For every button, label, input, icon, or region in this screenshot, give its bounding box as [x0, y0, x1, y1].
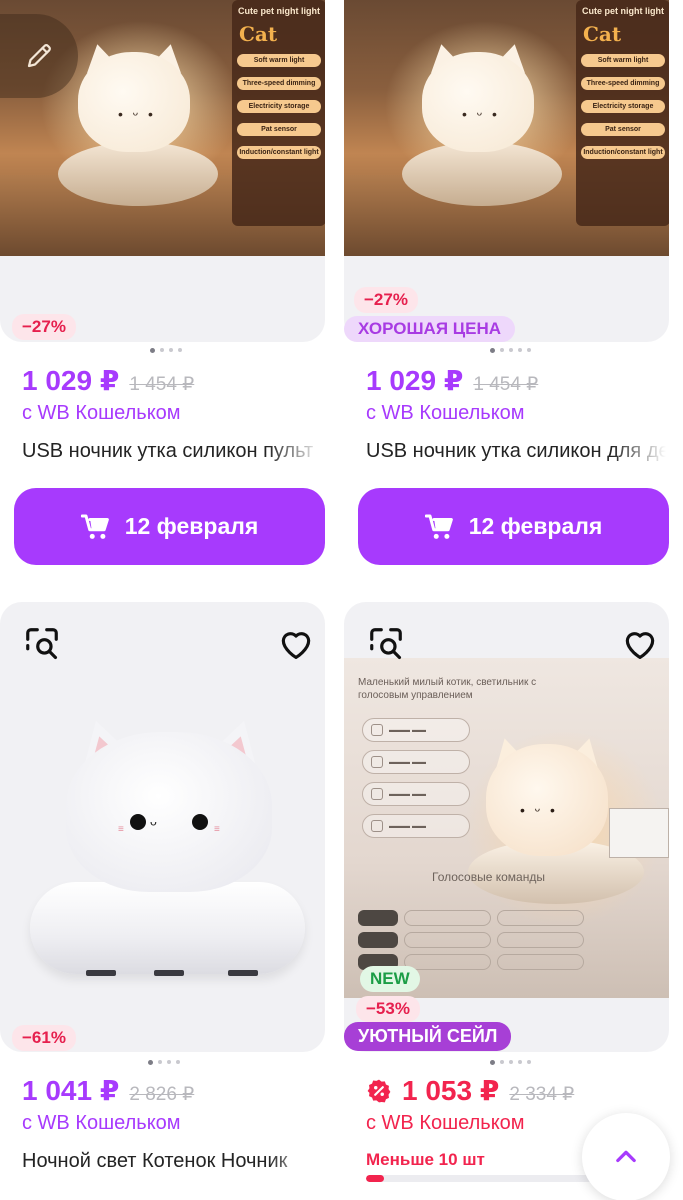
- image-pager-dots: [148, 1059, 180, 1065]
- product-card-4[interactable]: Маленький милый котик, светильник с голо…: [344, 0, 669, 1200]
- image-pager-dots: [490, 1059, 531, 1065]
- product-image-3[interactable]: ᵕ ≡ ≡: [0, 602, 325, 1052]
- new-badge: NEW: [360, 966, 420, 992]
- promo-badge: УЮТНЫЙ СЕЙЛ: [344, 1022, 512, 1051]
- heart-icon: [625, 632, 655, 660]
- wallet-label: с WB Кошельком: [366, 1112, 525, 1134]
- white-cat-lamp: ᵕ ≡ ≡: [0, 602, 325, 1052]
- stock-label: Меньше 10 шт: [366, 1150, 485, 1169]
- quick-view-button[interactable]: [20, 622, 64, 666]
- price: 1 053 ₽: [402, 1075, 500, 1106]
- wallet-label: с WB Кошельком: [22, 1112, 181, 1134]
- product-card-3[interactable]: ᵕ ≡ ≡ −61% 1 041 ₽ 2 826 ₽ с WB Кошелько…: [0, 0, 325, 1200]
- discount-badge: −61%: [12, 1025, 76, 1051]
- stock-bar-fill: [366, 1175, 384, 1182]
- stock-bar: [366, 1175, 616, 1182]
- quick-view-icon: [370, 628, 402, 660]
- product-title[interactable]: Ночной свет Котенок Ночник: [22, 1150, 322, 1173]
- quick-view-icon: [26, 628, 58, 660]
- price: 1 041 ₽: [22, 1075, 120, 1106]
- voice-commands-label: Голосовые команды: [432, 870, 545, 884]
- old-price: 2 826 ₽: [129, 1084, 195, 1105]
- voice-lamp-infographic: Маленький милый котик, светильник с голо…: [344, 658, 669, 998]
- discount-badge: −53%: [356, 996, 420, 1022]
- sale-badge-icon: [367, 1079, 391, 1102]
- quick-view-button[interactable]: [364, 622, 408, 666]
- favorite-button[interactable]: [274, 622, 318, 666]
- favorite-button[interactable]: [618, 622, 662, 666]
- infographic-headline: Маленький милый котик, светильник с голо…: [358, 677, 537, 701]
- scroll-to-top-button[interactable]: [582, 1113, 670, 1200]
- chevron-up-icon: [616, 1150, 636, 1163]
- heart-icon: [281, 632, 311, 660]
- old-price: 2 334 ₽: [509, 1084, 575, 1105]
